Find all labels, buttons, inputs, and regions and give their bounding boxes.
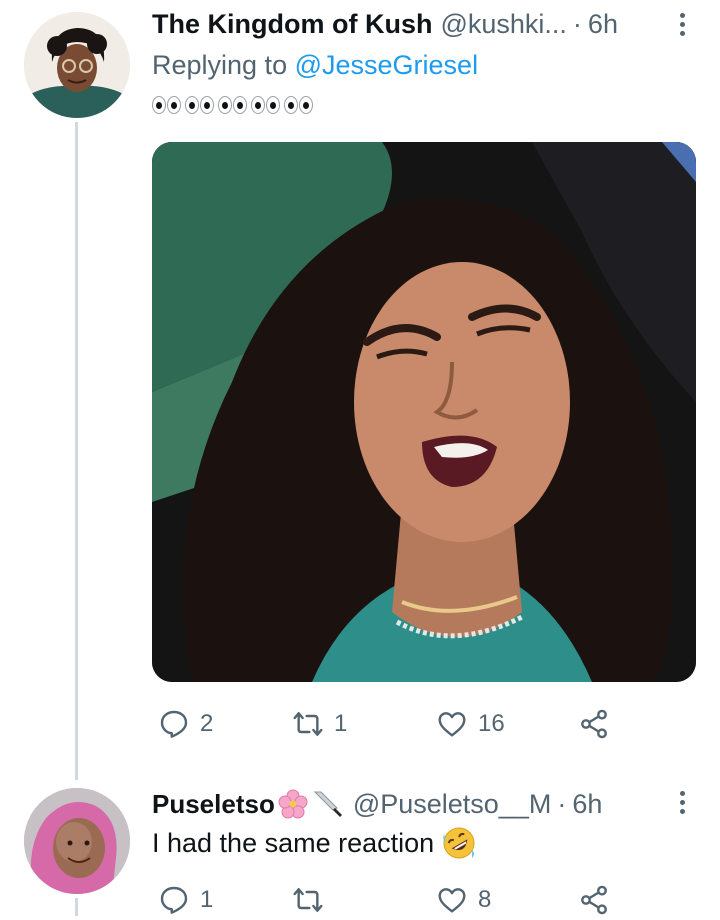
replying-prefix: Replying to (152, 50, 288, 80)
separator-dot: · (572, 8, 582, 39)
eyes-emoji (185, 96, 214, 114)
more-options-icon[interactable] (670, 786, 694, 818)
author-handle[interactable]: @Puseletso__M (353, 789, 552, 820)
reply-button[interactable]: 1 (158, 880, 213, 920)
share-icon (581, 885, 607, 915)
cherry-blossom-icon (278, 789, 308, 819)
name-emojis: 🌸🔪 (277, 788, 343, 820)
photo-image (152, 142, 696, 682)
like-button[interactable]: 16 (436, 704, 505, 744)
tweet-body-emojis: 👀👀👀👀👀 (152, 96, 313, 114)
avatar-image (24, 788, 130, 894)
reply-count: 1 (200, 886, 214, 913)
avatar[interactable] (24, 12, 130, 118)
eyes-emoji (152, 96, 181, 114)
eyes-emoji (218, 96, 247, 114)
reply-icon (160, 886, 188, 914)
retweet-button[interactable]: 1 (292, 704, 347, 744)
separator-dot: · (557, 788, 567, 819)
share-icon (581, 709, 607, 739)
tweet-text: I had the same reaction 🤣 (152, 826, 476, 860)
tweet-header: Puseletso 🌸🔪 @Puseletso__M · 6h (152, 786, 602, 822)
like-button[interactable]: 8 (436, 880, 491, 920)
eyes-emoji (251, 96, 280, 114)
thread-connector-line (75, 122, 78, 780)
retweet-count: 1 (334, 710, 348, 737)
eyes-emoji (284, 96, 313, 114)
reply-icon (160, 710, 188, 738)
rolling-laughing-emoji-icon (443, 827, 475, 859)
like-count: 16 (478, 710, 505, 737)
retweet-button[interactable] (292, 880, 334, 920)
heart-icon (438, 888, 466, 913)
tweet-time[interactable]: 6h (588, 9, 618, 40)
author-handle[interactable]: @kushki... (440, 9, 566, 40)
share-button[interactable] (578, 704, 610, 744)
more-options-icon[interactable] (670, 8, 694, 40)
reply-button[interactable]: 2 (158, 704, 213, 744)
like-count: 8 (478, 886, 492, 913)
tweet-actions: 2 1 16 (152, 704, 622, 744)
heart-icon (438, 712, 466, 737)
tweet-time[interactable]: 6h (572, 789, 602, 820)
reply-count: 2 (200, 710, 214, 737)
replying-mention-link[interactable]: @JesseGriesel (295, 50, 478, 80)
author-name[interactable]: The Kingdom of Kush (152, 9, 432, 40)
avatar[interactable] (24, 788, 130, 894)
replying-to: Replying to @JesseGriesel (152, 50, 478, 81)
avatar-image (24, 12, 130, 118)
tweet-actions: 1 8 (152, 880, 622, 920)
thread-connector-line-next (75, 898, 78, 916)
retweet-icon (293, 712, 323, 736)
knife-icon (313, 791, 342, 817)
retweet-icon (293, 888, 323, 912)
tweet-text-content: I had the same reaction (152, 827, 435, 858)
tweet-header: The Kingdom of Kush @kushki... · 6h (152, 6, 618, 42)
share-button[interactable] (578, 880, 610, 920)
tweet-media-photo[interactable] (152, 142, 696, 682)
author-name[interactable]: Puseletso (152, 789, 275, 820)
